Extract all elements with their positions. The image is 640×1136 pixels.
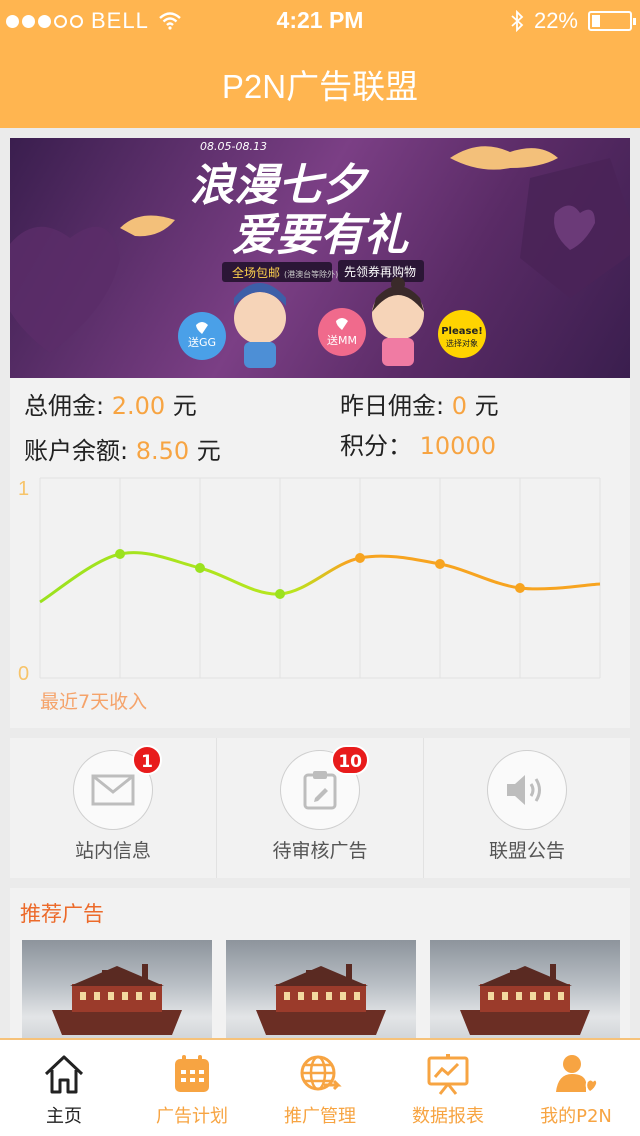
ad-thumbnail[interactable] <box>226 940 416 1048</box>
svg-text:Please!: Please! <box>441 326 483 337</box>
chart-board-icon <box>427 1054 469 1095</box>
svg-text:(港澳台等除外): (港澳台等除外) <box>284 269 338 279</box>
svg-text:先领券再购物: 先领券再购物 <box>344 264 416 279</box>
quick-action-label: 站内信息 <box>74 840 151 862</box>
clipboard-icon <box>303 771 337 810</box>
globe-icon <box>300 1055 342 1091</box>
tab-ad-plan[interactable]: 广告计划 <box>128 1040 256 1136</box>
quick-action-label: 联盟公告 <box>488 840 565 862</box>
chart-point <box>115 549 125 559</box>
svg-text:选择对象: 选择对象 <box>446 338 478 348</box>
income-chart: 1 0 最近7天收入 <box>18 477 601 713</box>
messages-badge: 1 <box>132 745 162 775</box>
svg-text:送GG: 送GG <box>188 335 216 349</box>
chart-caption: 最近7天收入 <box>40 691 147 713</box>
envelope-icon <box>91 774 135 806</box>
tab-label: 主页 <box>46 1106 82 1127</box>
tab-reports[interactable]: 数据报表 <box>384 1040 512 1136</box>
battery-percent: 22% <box>533 8 578 33</box>
tab-label: 我的P2N <box>540 1106 612 1127</box>
status-bar: BELL 4:21 PM 22% <box>0 0 640 40</box>
ad-thumbnail[interactable] <box>430 940 620 1048</box>
recommended-title: 推荐广告 <box>20 902 104 926</box>
banner-date-range: 08.05-08.13 <box>200 140 267 153</box>
promo-banner[interactable]: 浪漫七夕 爱要有礼 全场包邮 (港澳台等除外) 先领券再购物 送GG 送MM P… <box>10 138 630 378</box>
yesterday-commission-value: 0 <box>451 392 467 420</box>
ad-image <box>256 964 386 1035</box>
tab-bar: 主页 广告计划 推广管理 数据报表 我的P2N <box>0 1038 640 1136</box>
total-commission: 总佣金: 2.00 元 <box>24 392 197 420</box>
points-value: 10000 <box>419 432 496 460</box>
battery-icon <box>588 11 636 31</box>
speaker-icon <box>507 775 541 805</box>
tab-label: 数据报表 <box>412 1106 484 1127</box>
earnings-panel: 总佣金: 2.00 元 昨日佣金: 0 元 账户余额: 8.50 元 积分： 1… <box>10 378 630 728</box>
quick-actions: 1 站内信息 10 待审核广告 联盟公告 <box>10 738 630 878</box>
quick-action-pending-ads[interactable]: 10 待审核广告 <box>216 738 423 878</box>
svg-text:爱要有礼: 爱要有礼 <box>232 210 409 261</box>
tab-label: 推广管理 <box>284 1106 356 1127</box>
y-tick-bottom: 0 <box>18 663 29 685</box>
chart-points <box>115 549 525 599</box>
ad-image <box>460 964 590 1035</box>
chart-point <box>515 583 525 593</box>
income-line <box>39 551 601 604</box>
calendar-icon <box>175 1055 209 1092</box>
quick-action-announcements[interactable]: 联盟公告 <box>423 738 630 878</box>
svg-text:全场包邮: 全场包邮 <box>232 265 280 280</box>
app-header: BELL 4:21 PM 22% P2N广告联盟 <box>0 0 640 128</box>
account-balance: 账户余额: 8.50 元 <box>24 437 221 465</box>
yesterday-commission: 昨日佣金: 0 元 <box>340 392 499 420</box>
user-heart-icon <box>556 1055 598 1093</box>
quick-action-messages[interactable]: 1 站内信息 <box>10 738 216 878</box>
account-balance-value: 8.50 <box>135 437 190 465</box>
chart-point <box>355 553 365 563</box>
points: 积分： 10000 <box>340 432 496 460</box>
quick-action-label: 待审核广告 <box>272 840 368 862</box>
tab-my-p2n[interactable]: 我的P2N <box>512 1040 640 1136</box>
page-title: P2N广告联盟 <box>221 68 419 105</box>
home-icon <box>44 1055 84 1094</box>
pending-ads-badge: 10 <box>331 745 369 775</box>
total-commission-value: 2.00 <box>111 392 166 420</box>
svg-text:送MM: 送MM <box>327 333 357 347</box>
chart-point <box>435 559 445 569</box>
ad-thumbnail[interactable] <box>22 940 212 1048</box>
ad-image <box>52 964 182 1035</box>
recommended-ads: 推荐广告 <box>10 888 630 1048</box>
tab-label: 广告计划 <box>156 1106 228 1127</box>
svg-text:浪漫七夕: 浪漫七夕 <box>190 160 370 211</box>
chart-point <box>275 589 285 599</box>
tab-promotion[interactable]: 推广管理 <box>256 1040 384 1136</box>
bluetooth-icon <box>511 10 524 32</box>
tab-home[interactable]: 主页 <box>0 1040 128 1136</box>
chart-point <box>195 563 205 573</box>
y-tick-top: 1 <box>18 478 29 500</box>
banner-artwork: 浪漫七夕 爱要有礼 全场包邮 (港澳台等除外) 先领券再购物 送GG 送MM P… <box>10 146 630 368</box>
